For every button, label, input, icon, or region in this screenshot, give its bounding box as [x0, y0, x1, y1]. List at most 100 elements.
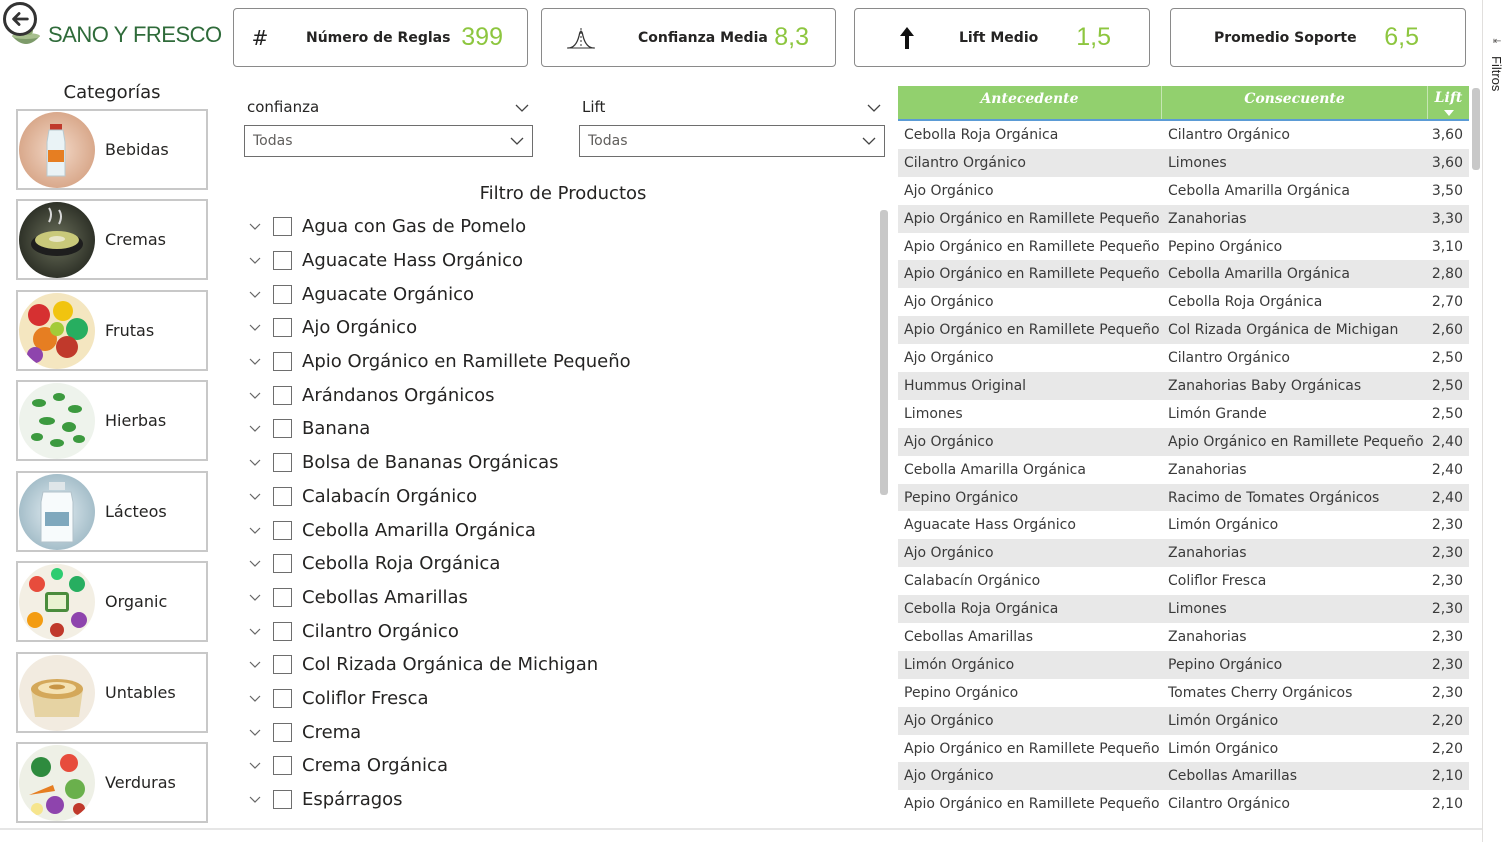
product-checkbox[interactable]	[273, 722, 292, 742]
expand-chevron-icon[interactable]	[245, 796, 265, 803]
table-row[interactable]: Ajo Orgánico Cebolla Amarilla Orgánica 3,5…	[898, 177, 1469, 205]
expand-chevron-icon[interactable]	[245, 324, 265, 332]
table-row[interactable]: Cebolla Amarilla Orgánica Zanahorias 2,40	[898, 456, 1469, 484]
table-row[interactable]: Apio Orgánico en Ramillete Pequeño Cilant…	[898, 790, 1469, 818]
product-checkbox[interactable]	[273, 621, 292, 641]
product-filter-item[interactable]: Coliflor Fresca	[245, 682, 865, 716]
column-header-consecuente[interactable]: Consecuente	[1162, 86, 1428, 119]
product-checkbox[interactable]	[273, 520, 292, 540]
product-checkbox[interactable]	[273, 453, 292, 473]
collapse-arrow-icon[interactable]: ⇤	[1493, 36, 1501, 47]
category-cremas[interactable]: Cremas	[16, 199, 208, 280]
expand-chevron-icon[interactable]	[245, 392, 265, 399]
filters-pane[interactable]: ⇤ Filtros	[1482, 0, 1511, 842]
product-filter-item[interactable]: Apio Orgánico en Ramillete Pequeño	[245, 345, 865, 379]
expand-chevron-icon[interactable]	[245, 358, 265, 365]
product-filter-item[interactable]: Aguacate Hass Orgánico	[245, 244, 865, 278]
slicer-header[interactable]: confianza	[244, 95, 533, 119]
table-row[interactable]: Apio Orgánico en Ramillete Pequeño Pepino…	[898, 233, 1469, 261]
lift-dropdown[interactable]: Todas	[579, 125, 885, 157]
table-row[interactable]: Ajo Orgánico Zanahorias 2,30	[898, 539, 1469, 568]
expand-chevron-icon[interactable]	[245, 223, 265, 231]
product-checkbox[interactable]	[273, 587, 292, 607]
product-filter-item[interactable]: Bolsa de Bananas Orgánicas	[245, 446, 865, 480]
product-filter-item[interactable]: Agua con Gas de Pomelo	[245, 210, 865, 244]
table-row[interactable]: Cebolla Roja Orgánica Limones 2,30	[898, 595, 1469, 624]
product-checkbox[interactable]	[273, 554, 292, 574]
table-row[interactable]: Cebolla Roja Orgánica Cilantro Orgánico 3,…	[898, 121, 1469, 149]
expand-chevron-icon[interactable]	[245, 594, 265, 601]
kpi-promedio-soporte[interactable]: Promedio Soporte 6,5	[1170, 8, 1466, 67]
table-row[interactable]: Ajo Orgánico Limón Orgánico 2,20	[898, 706, 1469, 735]
expand-chevron-icon[interactable]	[245, 628, 265, 635]
table-scrollbar[interactable]	[1472, 88, 1480, 170]
product-checkbox[interactable]	[273, 688, 292, 708]
kpi-lift-medio[interactable]: Lift Medio 1,5	[854, 8, 1150, 67]
product-checkbox[interactable]	[273, 251, 292, 271]
table-row[interactable]: Limón Orgánico Pepino Orgánico 2,30	[898, 650, 1469, 679]
product-checkbox[interactable]	[273, 284, 292, 304]
product-filter-item[interactable]: Espárragos	[245, 783, 865, 817]
expand-chevron-icon[interactable]	[245, 695, 265, 702]
product-filter-item[interactable]: Banana	[245, 412, 865, 446]
product-checkbox[interactable]	[273, 352, 292, 372]
product-checkbox[interactable]	[273, 790, 292, 810]
product-checkbox[interactable]	[273, 385, 292, 405]
kpi-numero-reglas[interactable]: # Número de Reglas 399	[233, 8, 528, 67]
product-filter-item[interactable]: Col Rizada Orgánica de Michigan	[245, 648, 865, 682]
product-filter-scrollbar[interactable]	[880, 210, 888, 495]
expand-chevron-icon[interactable]	[245, 560, 265, 568]
expand-chevron-icon[interactable]	[245, 661, 265, 669]
product-filter-item[interactable]: Cebolla Amarilla Orgánica	[245, 513, 865, 547]
product-filter-item[interactable]: Ajo Orgánico	[245, 311, 865, 345]
table-row[interactable]: Aguacate Hass Orgánico Limón Orgánico 2,30	[898, 511, 1469, 539]
product-filter-item[interactable]: Cebollas Amarillas	[245, 581, 865, 615]
column-header-antecedente[interactable]: Antecedente	[898, 86, 1162, 119]
expand-chevron-icon[interactable]	[245, 257, 265, 264]
product-checkbox[interactable]	[273, 419, 292, 439]
table-row[interactable]: Ajo Orgánico Cebolla Roja Orgánica 2,70	[898, 288, 1469, 316]
table-row[interactable]: Ajo Orgánico Apio Orgánico en Ramillete P…	[898, 427, 1469, 456]
product-checkbox[interactable]	[273, 486, 292, 506]
table-row[interactable]: Calabacín Orgánico Coliflor Fresca 2,30	[898, 567, 1469, 595]
expand-chevron-icon[interactable]	[245, 493, 265, 500]
product-checkbox[interactable]	[273, 217, 292, 237]
product-filter-item[interactable]: Crema Orgánica	[245, 749, 865, 783]
category-hierbas[interactable]: Hierbas	[16, 380, 208, 461]
table-row[interactable]: Pepino Orgánico Tomates Cherry Orgánicos 2…	[898, 679, 1469, 707]
category-verduras[interactable]: Verduras	[16, 742, 208, 823]
table-row[interactable]: Hummus Original Zanahorias Baby Orgánicas…	[898, 372, 1469, 400]
kpi-confianza-media[interactable]: Confianza Media 8,3	[541, 8, 836, 67]
product-filter-item[interactable]: Cilantro Orgánico	[245, 614, 865, 648]
product-filter-item[interactable]: Calabacín Orgánico	[245, 480, 865, 514]
confianza-dropdown[interactable]: Todas	[244, 125, 533, 157]
product-filter-item[interactable]: Crema	[245, 715, 865, 749]
table-row[interactable]: Apio Orgánico en Ramillete Pequeño Limón …	[898, 735, 1469, 763]
product-filter-item[interactable]: Cebolla Roja Orgánica	[245, 547, 865, 581]
category-untables[interactable]: Untables	[16, 652, 208, 733]
table-row[interactable]: Apio Orgánico en Ramillete Pequeño Ceboll…	[898, 260, 1469, 289]
table-row[interactable]: Pepino Orgánico Racimo de Tomates Orgánic…	[898, 483, 1469, 512]
slicer-header[interactable]: Lift	[579, 95, 885, 119]
back-button[interactable]	[3, 2, 37, 36]
product-filter-item[interactable]: Arándanos Orgánicos	[245, 378, 865, 412]
expand-chevron-icon[interactable]	[245, 425, 265, 433]
product-checkbox[interactable]	[273, 655, 292, 675]
expand-chevron-icon[interactable]	[245, 729, 265, 736]
table-row[interactable]: Cilantro Orgánico Limones 3,60	[898, 148, 1469, 177]
category-frutas[interactable]: Frutas	[16, 290, 208, 371]
product-checkbox[interactable]	[273, 318, 292, 338]
category-bebidas[interactable]: Bebidas	[16, 109, 208, 190]
column-header-lift[interactable]: Lift	[1428, 86, 1469, 119]
table-row[interactable]: Cebollas Amarillas Zanahorias 2,30	[898, 623, 1469, 651]
expand-chevron-icon[interactable]	[245, 762, 265, 770]
expand-chevron-icon[interactable]	[245, 291, 265, 298]
table-row[interactable]: Apio Orgánico en Ramillete Pequeño Col Ri…	[898, 316, 1469, 345]
expand-chevron-icon[interactable]	[245, 527, 265, 534]
product-checkbox[interactable]	[273, 756, 292, 776]
product-filter-item[interactable]: Aguacate Orgánico	[245, 277, 865, 311]
category-organic[interactable]: Organic	[16, 561, 208, 642]
table-row[interactable]: Apio Orgánico en Ramillete Pequeño Zanaho…	[898, 204, 1469, 233]
table-row[interactable]: Ajo Orgánico Cebollas Amarillas 2,10	[898, 762, 1469, 791]
category-lacteos[interactable]: Lácteos	[16, 471, 208, 552]
